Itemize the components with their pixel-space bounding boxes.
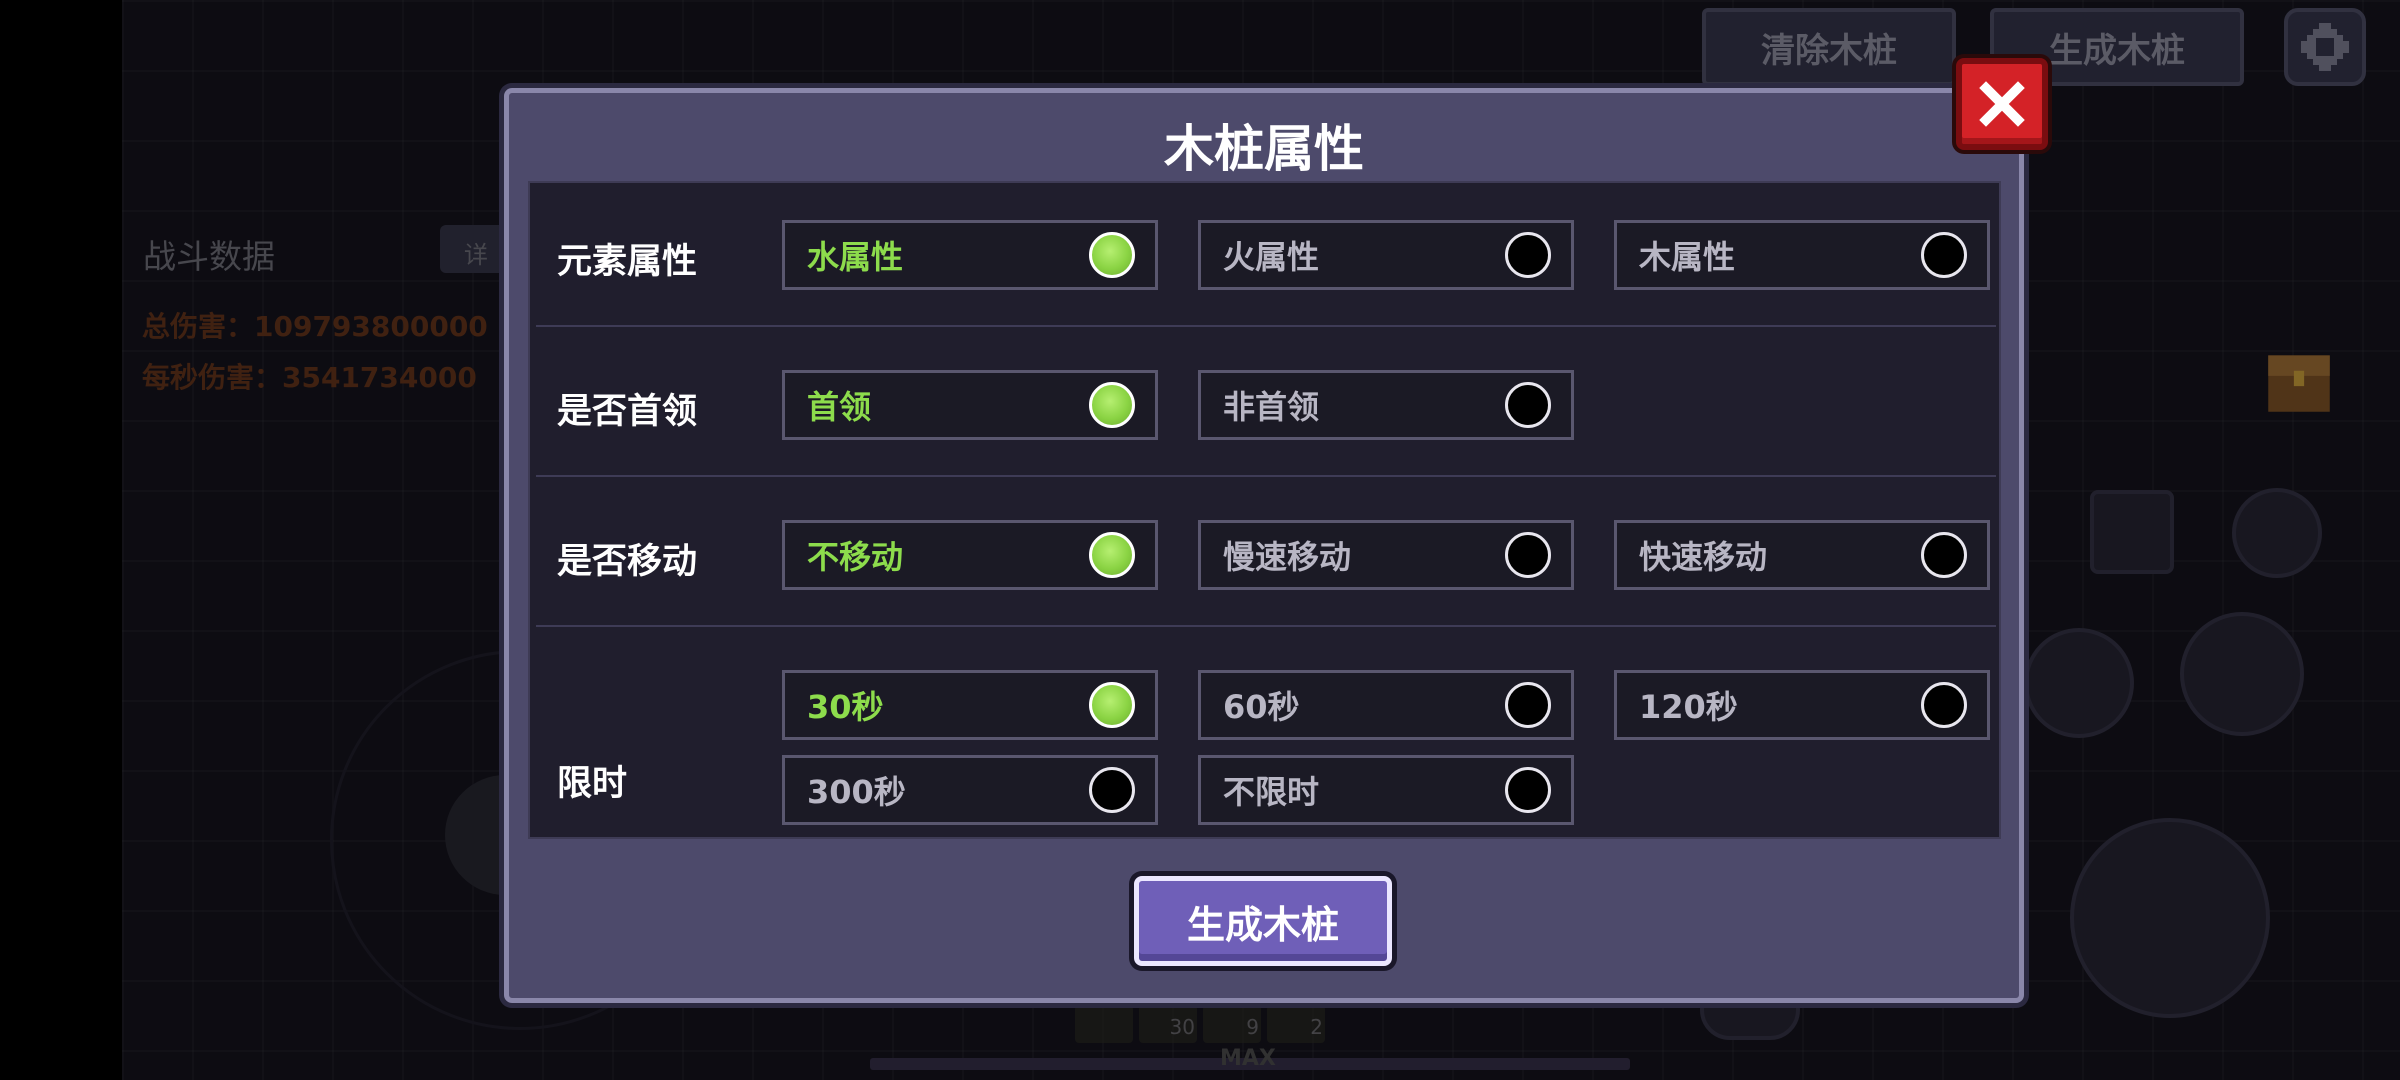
option-label: 300秒 (807, 773, 906, 811)
radio-selected-icon (1089, 382, 1135, 428)
option-no-move[interactable]: 不移动 (782, 520, 1158, 590)
radio-empty-icon (1505, 382, 1551, 428)
option-no-limit[interactable]: 不限时 (1198, 755, 1574, 825)
row-label-boss: 是否首领 (557, 392, 698, 432)
option-label: 不移动 (807, 538, 904, 576)
row-divider (536, 625, 1996, 627)
option-label: 60秒 (1223, 688, 1300, 726)
dialog-title: 木桩属性 (1164, 120, 1364, 178)
option-fire[interactable]: 火属性 (1198, 220, 1574, 290)
option-label: 30秒 (807, 688, 884, 726)
option-60s[interactable]: 60秒 (1198, 670, 1574, 740)
option-30s[interactable]: 30秒 (782, 670, 1158, 740)
radio-selected-icon (1089, 232, 1135, 278)
radio-selected-icon (1089, 532, 1135, 578)
radio-empty-icon (1505, 767, 1551, 813)
radio-empty-icon (1505, 232, 1551, 278)
radio-selected-icon (1089, 682, 1135, 728)
generate-stake-label: 生成木桩 (1186, 902, 1339, 947)
option-label: 非首领 (1223, 388, 1320, 426)
option-boss[interactable]: 首领 (782, 370, 1158, 440)
option-slow-move[interactable]: 慢速移动 (1198, 520, 1574, 590)
option-non-boss[interactable]: 非首领 (1198, 370, 1574, 440)
radio-empty-icon (1921, 232, 1967, 278)
options-panel: 元素属性 水属性 火属性 木属性 是否首领 首领 非首领 是否移动 不移动 慢速… (528, 181, 2001, 839)
row-label-element: 元素属性 (557, 242, 698, 282)
radio-empty-icon (1089, 767, 1135, 813)
generate-stake-button[interactable]: 生成木桩 (1134, 876, 1392, 966)
option-label: 水属性 (807, 238, 904, 276)
close-x-icon (1979, 81, 2025, 127)
option-label: 120秒 (1639, 688, 1738, 726)
option-label: 木属性 (1639, 238, 1736, 276)
row-divider (536, 475, 1996, 477)
option-label: 慢速移动 (1223, 538, 1352, 576)
option-label: 火属性 (1223, 238, 1320, 276)
row-label-time-limit: 限时 (557, 764, 628, 804)
option-water[interactable]: 水属性 (782, 220, 1158, 290)
option-wood[interactable]: 木属性 (1614, 220, 1990, 290)
option-120s[interactable]: 120秒 (1614, 670, 1990, 740)
option-label: 快速移动 (1639, 538, 1768, 576)
row-label-movement: 是否移动 (557, 542, 698, 582)
radio-empty-icon (1921, 682, 1967, 728)
option-fast-move[interactable]: 快速移动 (1614, 520, 1990, 590)
option-label: 不限时 (1223, 773, 1320, 811)
option-label: 首领 (807, 388, 872, 426)
stake-properties-dialog: 木桩属性 元素属性 水属性 火属性 木属性 是否首领 首领 非首领 是否移动 不… (504, 88, 2024, 1003)
close-button[interactable] (1956, 58, 2048, 150)
radio-empty-icon (1921, 532, 1967, 578)
radio-empty-icon (1505, 682, 1551, 728)
row-divider (536, 325, 1996, 327)
radio-empty-icon (1505, 532, 1551, 578)
option-300s[interactable]: 300秒 (782, 755, 1158, 825)
